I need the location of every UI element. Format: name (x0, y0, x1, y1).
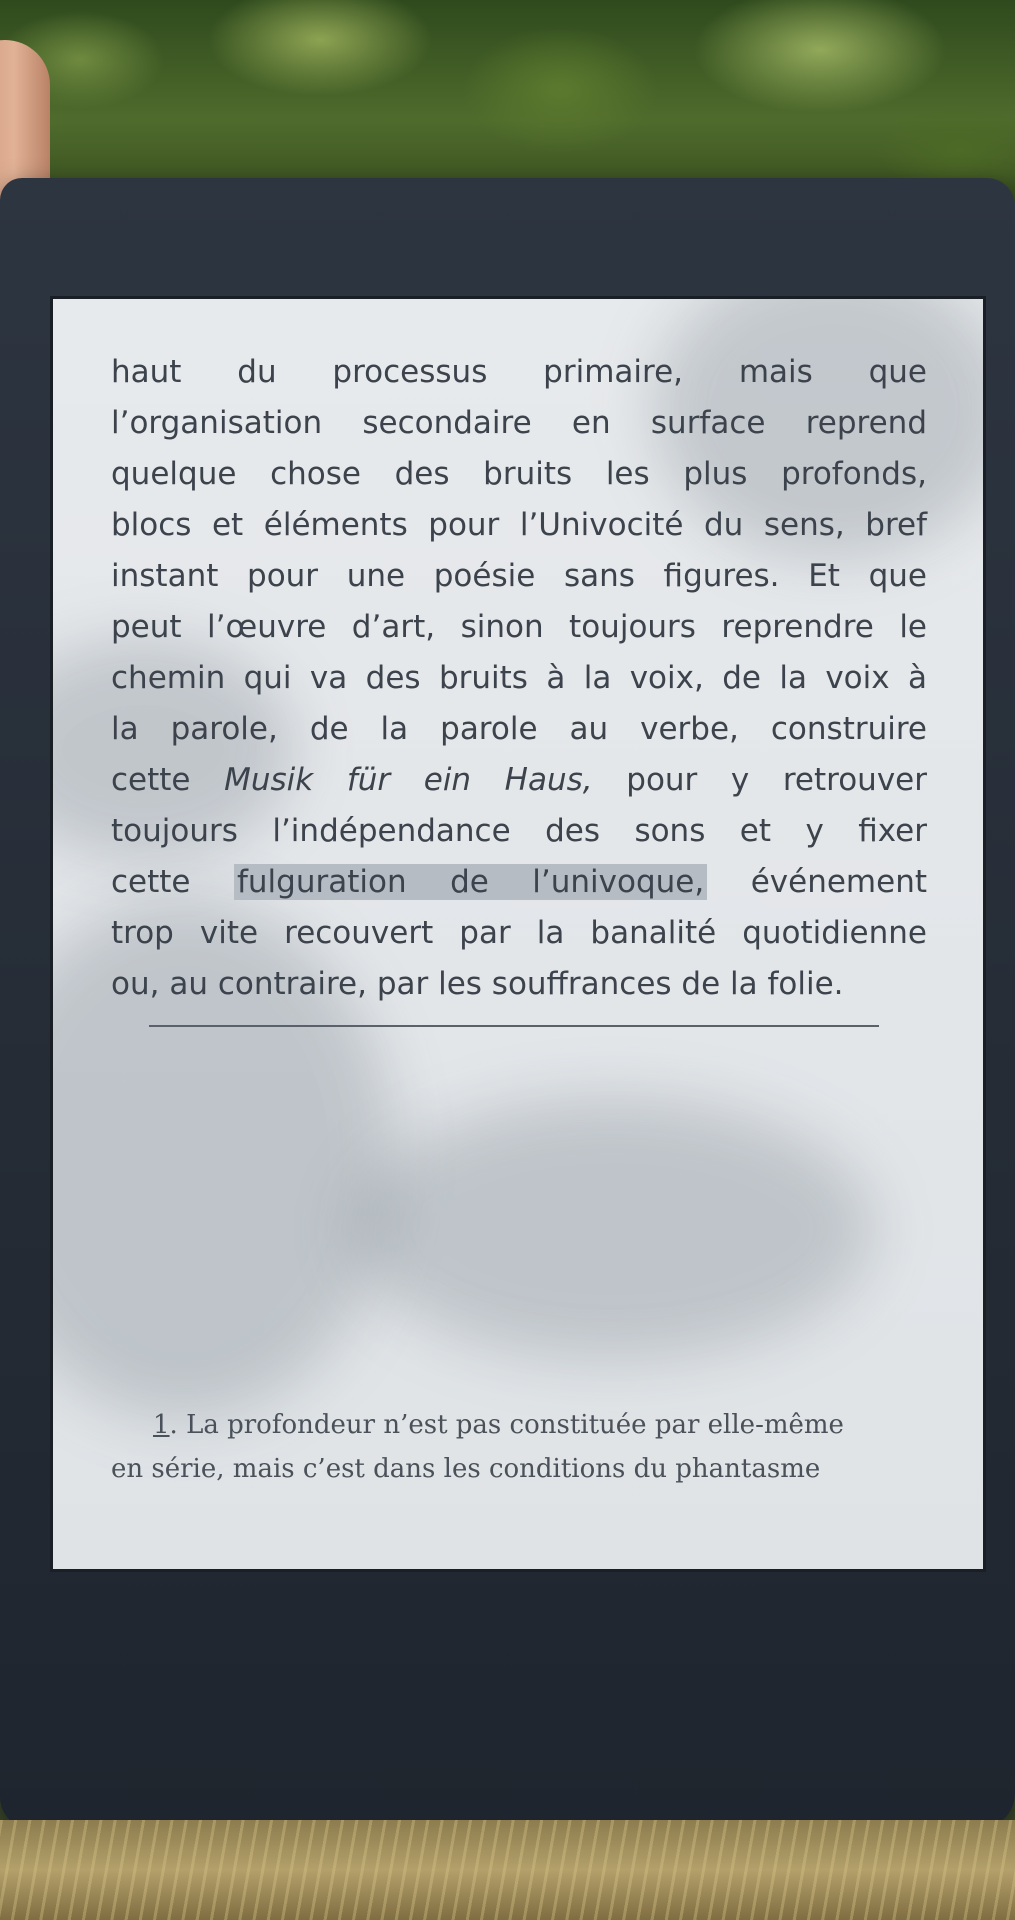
background-grass (0, 1820, 1015, 1920)
footnote: 1. La profondeur n’est pas constituée pa… (111, 1403, 927, 1491)
text-segment: événement (707, 864, 928, 900)
text-line: blocs et éléments pour l’Univocité du se… (111, 507, 927, 543)
text-segment: pour y retrouver (592, 762, 927, 798)
footnote-line: 1. La profondeur n’est pas constituée pa… (111, 1403, 927, 1447)
text-line: la parole, de la parole au verbe, constr… (111, 711, 927, 747)
text-segment: cette (111, 762, 225, 798)
italic-title: Musik für ein Haus, (224, 762, 593, 798)
leaf-shadow (353, 1099, 873, 1359)
footnote-divider (149, 1025, 879, 1027)
text-line-with-italic: cette Musik für ein Haus, pour y retrouv… (111, 755, 927, 806)
ereader-screen[interactable]: haut du processus primaire, mais que l’o… (50, 296, 986, 1572)
background-foliage (0, 0, 1015, 200)
footnote-text: . La profondeur n’est pas constituée par… (169, 1410, 844, 1440)
footnote-line: en série, mais c’est dans les conditions… (111, 1454, 821, 1484)
text-line: quelque chose des bruits les plus profon… (111, 456, 927, 492)
text-highlight[interactable]: fulguration de l’univoque, (233, 864, 708, 900)
text-line: l’organisation secondaire en surface rep… (111, 405, 927, 441)
text-line: haut du processus primaire, mais que (111, 354, 927, 390)
text-line: instant pour une poésie sans figures. Et… (111, 558, 927, 594)
text-line: toujours l’indépendance des sons et y fi… (111, 813, 927, 849)
text-line: ou, au contraire, par les souffrances de… (111, 966, 844, 1002)
text-line: chemin qui va des bruits à la voix, de l… (111, 660, 927, 696)
footnote-number-link[interactable]: 1 (153, 1410, 170, 1440)
page-body-text[interactable]: haut du processus primaire, mais que l’o… (111, 347, 927, 1010)
text-line: peut l’œuvre d’art, sinon toujours repre… (111, 609, 927, 645)
text-segment: cette (111, 864, 234, 900)
text-line: trop vite recouvert par la banalité quot… (111, 915, 927, 951)
text-line-with-highlight: cette fulguration de l’univoque, événeme… (111, 857, 927, 908)
